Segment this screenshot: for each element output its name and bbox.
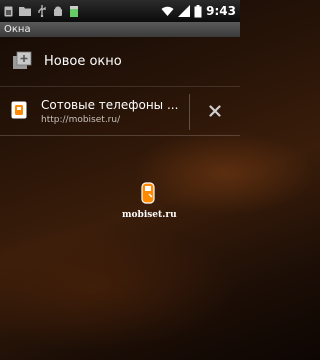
signal-icon — [178, 5, 191, 17]
close-icon — [209, 102, 221, 121]
battery-icon — [194, 4, 202, 18]
window-item-open[interactable]: Сотовые телефоны ... http://mobiset.ru/ — [0, 88, 189, 135]
notification-icons — [4, 5, 79, 17]
system-icons: 9:43 — [161, 4, 236, 18]
new-window-button[interactable]: Новое окно — [0, 37, 240, 87]
mobiset-logo-icon — [140, 182, 158, 208]
new-window-icon — [12, 50, 32, 74]
window-item: Сотовые телефоны ... http://mobiset.ru/ — [0, 88, 240, 136]
title-bar: Окна — [0, 22, 240, 37]
android-debug-icon — [53, 6, 63, 17]
battery-small-icon — [69, 5, 79, 17]
close-window-button[interactable] — [190, 88, 240, 135]
sim-icon — [4, 6, 13, 17]
new-window-label: Новое окно — [44, 54, 122, 69]
folder-icon — [19, 6, 31, 16]
watermark-text: mobiset.ru — [122, 210, 177, 220]
clock: 9:43 — [206, 4, 236, 18]
wifi-icon — [161, 6, 174, 17]
window-title: Сотовые телефоны ... — [41, 98, 179, 112]
status-bar: 9:43 — [0, 0, 240, 22]
site-favicon-icon — [11, 101, 27, 123]
window-url: http://mobiset.ru/ — [41, 115, 121, 125]
watermark: mobiset.ru — [122, 182, 177, 220]
usb-icon — [37, 5, 47, 17]
